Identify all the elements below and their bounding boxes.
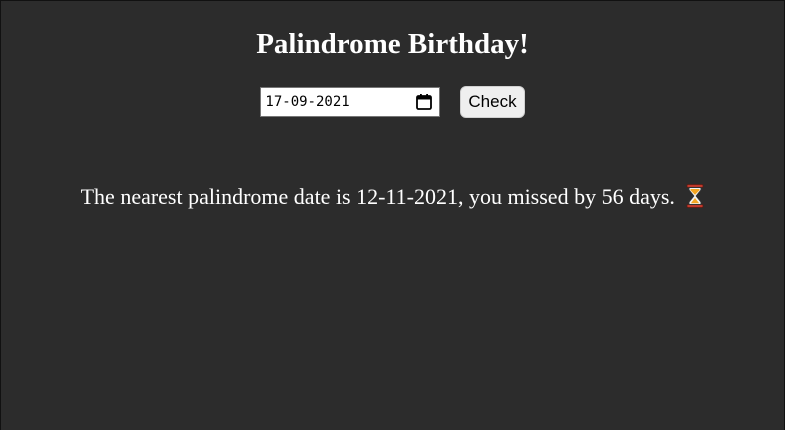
- page-title: Palindrome Birthday!: [256, 28, 529, 60]
- result-message: The nearest palindrome date is 12-11-202…: [1, 183, 784, 215]
- date-value: 17-09-2021: [265, 94, 350, 110]
- birthday-date-input[interactable]: 17-09-2021: [260, 87, 441, 117]
- hourglass-icon: [686, 184, 704, 215]
- date-form: 17-09-2021 Check: [1, 86, 784, 118]
- calendar-icon[interactable]: [415, 93, 433, 111]
- result-text: The nearest palindrome date is 12-11-202…: [80, 184, 675, 209]
- check-button[interactable]: Check: [460, 86, 525, 118]
